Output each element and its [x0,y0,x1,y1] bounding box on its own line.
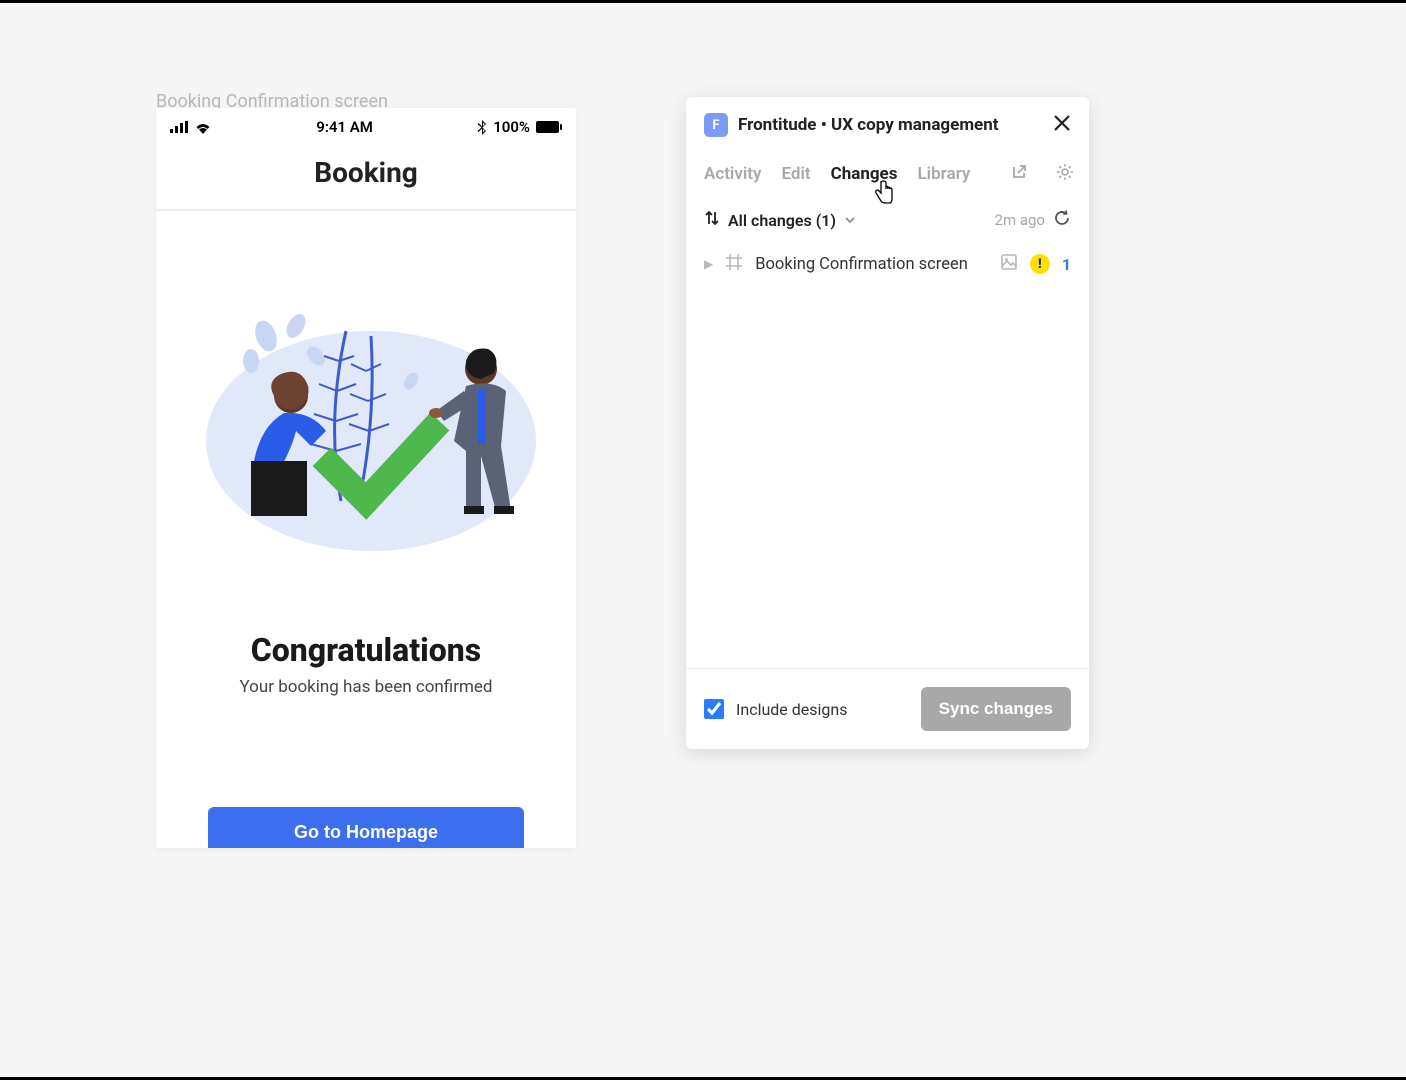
mobile-mockup: 9:41 AM 100% Booking [156,108,576,848]
status-bar: 9:41 AM 100% [156,108,576,140]
last-sync-time: 2m ago [995,211,1045,229]
panel-header: F Frontitude • UX copy management [686,97,1089,153]
include-designs-label: Include designs [736,700,909,719]
chevron-down-icon[interactable] [844,211,856,230]
mobile-body: Congratulations Your booking has been co… [156,211,576,848]
panel-title: Frontitude • UX copy management [738,115,1043,135]
expand-caret-icon[interactable]: ▶ [704,257,713,271]
battery-percent: 100% [493,118,530,136]
tab-library[interactable]: Library [917,164,970,184]
settings-gear-icon[interactable] [1056,163,1074,185]
change-item-name: Booking Confirmation screen [755,255,988,274]
battery-icon [536,121,562,133]
include-designs-checkbox[interactable] [704,699,724,719]
changes-filter-bar: All changes (1) 2m ago [686,195,1089,239]
refresh-icon[interactable] [1053,209,1071,231]
frontitude-logo: F [704,113,728,137]
tabs: Activity Edit Changes Library [686,153,1089,195]
status-time: 9:41 AM [316,118,373,136]
congrats-heading: Congratulations [251,631,481,669]
congrats-subtitle: Your booking has been confirmed [239,677,492,697]
changes-filter-label[interactable]: All changes (1) [728,211,836,230]
tab-edit[interactable]: Edit [781,164,810,184]
warning-badge-icon: ! [1030,254,1050,274]
go-homepage-button[interactable]: Go to Homepage [208,807,524,848]
screen-title: Booking [156,156,576,189]
close-icon[interactable] [1053,114,1071,136]
open-external-icon[interactable] [1010,163,1028,185]
change-item-row[interactable]: ▶ Booking Confirmation screen ! 1 [686,239,1089,289]
change-count: 1 [1062,255,1071,274]
tab-activity[interactable]: Activity [704,164,761,184]
panel-body [686,289,1089,668]
success-illustration [196,301,536,561]
plugin-panel: F Frontitude • UX copy management Activi… [686,97,1089,749]
mobile-header: Booking [156,140,576,211]
sort-icon[interactable] [704,210,720,230]
panel-footer: Include designs Sync changes [686,668,1089,749]
frame-icon [725,253,743,275]
bluetooth-icon [477,120,487,135]
wifi-icon [194,121,212,134]
sync-changes-button[interactable]: Sync changes [921,687,1071,731]
image-icon[interactable] [1000,253,1018,275]
tab-changes[interactable]: Changes [831,164,898,184]
cellular-signal-icon [170,121,188,133]
